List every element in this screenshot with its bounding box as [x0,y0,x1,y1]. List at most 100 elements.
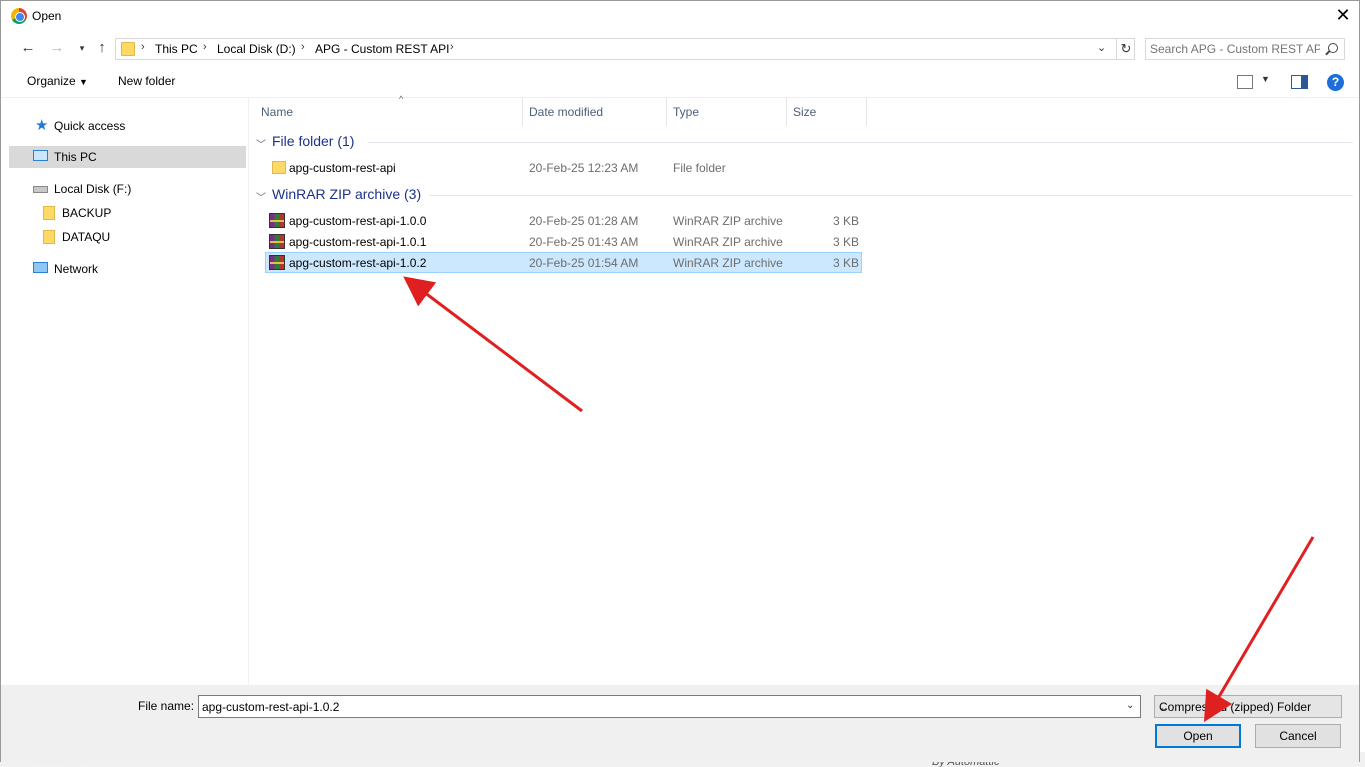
chevron-down-icon[interactable]: ⌄ [1126,700,1134,711]
close-button[interactable]: ✕ [1331,4,1355,28]
file-size: 3 KB [832,256,859,270]
file-name: apg-custom-rest-api-1.0.1 [289,235,427,249]
group-divider [368,142,1353,143]
file-date: 20-Feb-25 01:28 AM [529,214,639,228]
group-title: WinRAR ZIP archive (3) [272,186,422,202]
chevron-down-icon: ⌄ [1159,700,1170,714]
recent-locations-chevron-icon[interactable]: ▾ [71,38,93,60]
column-header-name[interactable]: Name ^ [261,94,523,126]
file-name: apg-custom-rest-api-1.0.0 [289,214,427,228]
sidebar-item-label: BACKUP [62,206,112,220]
file-row[interactable]: apg-custom-rest-api-1.0.0 20-Feb-25 01:2… [265,210,862,231]
group-header-file-folder[interactable]: ﹀ File folder (1) [256,133,355,151]
chrome-icon [11,8,27,24]
breadcrumb-separator-icon[interactable]: › [450,41,454,53]
sidebar-item-label: This PC [54,150,97,164]
title-bar: Open ✕ [1,1,1359,32]
sidebar-item-this-pc[interactable]: This PC [9,146,246,168]
sidebar-item-label: Local Disk (F:) [54,182,132,196]
file-date: 20-Feb-25 01:54 AM [529,256,639,270]
command-bar: Organize ▼ New folder ▼ ? [1,66,1359,98]
group-header-winrar-zip[interactable]: ﹀ WinRAR ZIP archive (3) [256,186,422,204]
sidebar-item-network[interactable]: Network [9,258,246,280]
preview-pane-icon[interactable] [1291,75,1308,89]
column-header-type[interactable]: Type [667,98,787,126]
cancel-button[interactable]: Cancel [1255,724,1341,748]
winrar-archive-icon [269,255,285,270]
chevron-down-icon: ﹀ [256,140,266,151]
breadcrumb-this-pc[interactable]: This PC [155,42,198,56]
navigation-pane: ★ Quick access This PC Local Disk (F:) B… [1,98,249,685]
folder-icon [43,230,55,244]
file-row-selected[interactable]: apg-custom-rest-api-1.0.2 20-Feb-25 01:5… [265,252,862,273]
file-name: apg-custom-rest-api [289,161,396,175]
file-list: Name ^ Date modified Type Size ﹀ File fo… [250,94,1355,685]
search-box[interactable] [1145,38,1345,60]
back-arrow-icon[interactable]: ← [17,38,39,60]
sidebar-item-label: Network [54,262,99,276]
dialog-footer: File name: ⌄ Compressed (zipped) Folder … [1,685,1359,762]
file-date: 20-Feb-25 12:23 AM [529,161,639,175]
chevron-down-icon: ▼ [79,77,88,87]
file-type: WinRAR ZIP archive [673,214,783,228]
file-type-value: Compressed (zipped) Folder [1159,700,1312,714]
group-divider [430,195,1353,196]
file-type: WinRAR ZIP archive [673,256,783,270]
file-size: 3 KB [832,214,859,228]
file-size: 3 KB [832,235,859,249]
drive-icon [33,186,48,193]
file-name: apg-custom-rest-api-1.0.2 [289,256,427,270]
folder-icon [272,161,286,174]
column-header-label: Name [261,105,294,119]
network-icon [33,262,48,273]
organize-label: Organize [27,74,76,88]
breadcrumb-separator-icon[interactable]: › [203,41,207,53]
view-dropdown-chevron-icon[interactable]: ▼ [1261,74,1270,84]
breadcrumb-separator-icon[interactable]: › [301,41,305,53]
address-bar[interactable]: › This PC › Local Disk (D:) › APG - Cust… [115,38,1135,60]
navigation-bar: ← → ▾ ↑ › This PC › Local Disk (D:) › AP… [1,32,1359,66]
file-row[interactable]: apg-custom-rest-api 20-Feb-25 12:23 AM F… [265,157,862,178]
chevron-down-icon: ﹀ [256,193,266,204]
breadcrumb-separator-icon: › [141,41,145,53]
search-icon[interactable] [1328,43,1338,53]
file-row[interactable]: apg-custom-rest-api-1.0.1 20-Feb-25 01:4… [265,231,862,252]
refresh-icon[interactable]: ↻ [1116,39,1135,59]
address-dropdown-chevron-icon[interactable]: ⌄ [1097,41,1106,54]
file-date: 20-Feb-25 01:43 AM [529,235,639,249]
file-name-label: File name: [138,699,195,713]
star-icon: ★ [35,117,49,134]
folder-icon [121,42,135,56]
winrar-archive-icon [269,234,285,249]
sidebar-item-label: Quick access [54,119,126,133]
group-title: File folder (1) [272,133,355,149]
sidebar-item-label: DATAQU [62,230,111,244]
help-icon[interactable]: ? [1327,74,1344,91]
up-arrow-icon[interactable]: ↑ [91,38,113,60]
open-button[interactable]: Open [1155,724,1241,748]
open-file-dialog: Open ✕ ← → ▾ ↑ › This PC › Local Disk (D… [0,0,1360,762]
file-name-input[interactable] [202,699,1102,715]
sidebar-item-quick-access[interactable]: ★ Quick access [9,115,246,137]
organize-menu[interactable]: Organize ▼ [27,74,88,88]
column-header-date[interactable]: Date modified [523,98,667,126]
sidebar-item-dataqu[interactable]: DATAQU [9,226,246,248]
breadcrumb-current-folder[interactable]: APG - Custom REST API [315,42,449,56]
file-type: File folder [673,161,726,175]
new-folder-button[interactable]: New folder [118,74,175,88]
computer-icon [33,150,48,161]
winrar-archive-icon [269,213,285,228]
sidebar-item-backup[interactable]: BACKUP [9,202,246,224]
file-type: WinRAR ZIP archive [673,235,783,249]
column-header-size[interactable]: Size [787,98,867,126]
view-options-icon[interactable] [1237,75,1253,89]
breadcrumb-local-disk-d[interactable]: Local Disk (D:) [217,42,296,56]
folder-icon [43,206,55,220]
file-name-field[interactable]: ⌄ [198,695,1141,718]
sort-ascending-icon: ^ [399,94,404,104]
window-title: Open [32,9,62,23]
file-type-select[interactable]: Compressed (zipped) Folder ⌄ [1154,695,1342,718]
sidebar-item-local-disk-f[interactable]: Local Disk (F:) [9,178,246,200]
search-input[interactable] [1150,41,1320,57]
forward-arrow-icon[interactable]: → [46,38,68,60]
